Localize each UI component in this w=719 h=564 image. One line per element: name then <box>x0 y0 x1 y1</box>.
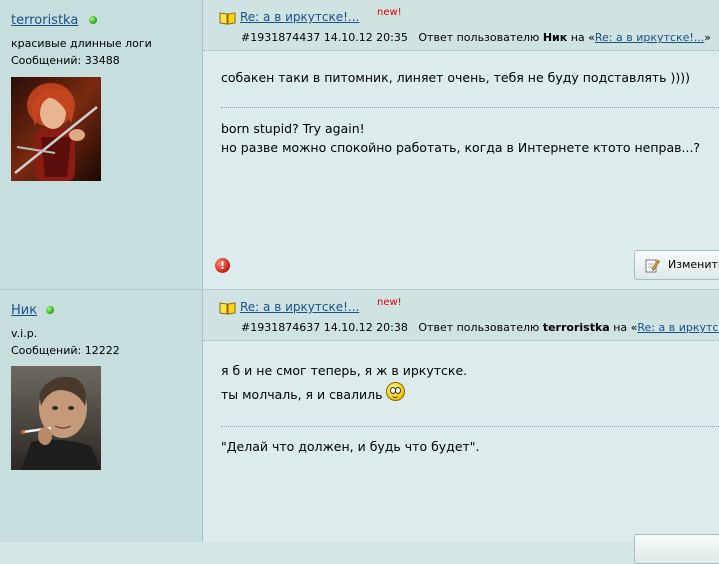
post-body: собакен таки в питомник, линяет очень, т… <box>221 68 719 88</box>
new-badge: new! <box>377 297 402 308</box>
post-meta: #1931874637 14.10.12 20:38 Ответ пользов… <box>241 321 719 334</box>
author-post-count: Сообщений: 12222 <box>11 344 120 357</box>
author-title: красивые длинные логи <box>11 37 152 50</box>
book-icon <box>219 302 236 315</box>
author-pane: Ник v.i.p. Сообщений: 12222 <box>0 290 203 542</box>
edit-button-label: Изменить <box>668 258 719 271</box>
online-status-icon <box>89 16 97 24</box>
new-badge: new! <box>377 7 402 18</box>
post-text: ты молчаль, я и свалиль <box>221 387 383 402</box>
post-datetime: 14.10.12 20:38 <box>323 321 408 334</box>
post-text-line: ты молчаль, я и свалиль <box>221 382 719 407</box>
post-number[interactable]: #1931874637 <box>241 321 320 334</box>
post-title-link[interactable]: Re: а в иркутске!... <box>240 300 359 314</box>
post-body: я б и не смог теперь, я ж в иркутске. ты… <box>221 359 719 407</box>
post-text-line: я б и не смог теперь, я ж в иркутске. <box>221 363 468 378</box>
report-icon[interactable]: ! <box>215 258 230 273</box>
reply-close: » <box>704 31 712 44</box>
reply-prefix: Ответ пользователю <box>418 321 540 334</box>
online-status-icon <box>46 306 54 314</box>
post-meta: #1931874437 14.10.12 20:35 Ответ пользов… <box>241 31 711 44</box>
edit-button[interactable]: Изменить <box>634 250 719 280</box>
signature-line: но разве можно спокойно работать, когда … <box>221 140 701 155</box>
reply-user: terroristka <box>542 321 610 334</box>
signature-divider <box>221 426 719 427</box>
signature-divider <box>221 107 719 108</box>
signature-line: "Делай что должен, и будь что будет". <box>221 439 480 454</box>
post-content-pane: Re: а в иркутске!... new! #1931874437 14… <box>203 0 719 289</box>
reply-on: на « <box>613 321 638 334</box>
author-title: v.i.p. <box>11 327 38 340</box>
post-title-link[interactable]: Re: а в иркутске!... <box>240 10 359 24</box>
reply-source-link[interactable]: Re: а в иркутске!... <box>595 31 704 44</box>
post-header: Re: а в иркутске!... new! #1931874437 14… <box>203 0 719 51</box>
post-number[interactable]: #1931874437 <box>241 31 320 44</box>
avatar[interactable] <box>11 77 101 181</box>
post-header: Re: а в иркутске!... new! #1931874637 14… <box>203 290 719 341</box>
signature-line: born stupid? Try again! <box>221 121 365 136</box>
reply-prefix: Ответ пользователю <box>418 31 540 44</box>
forum-post: Ник v.i.p. Сообщений: 12222 Re: а в ирку… <box>0 290 719 564</box>
edit-pencil-icon <box>645 259 660 273</box>
signature: born stupid? Try again! но разве можно с… <box>221 119 700 157</box>
author-pane: terroristka красивые длинные логи Сообще… <box>0 0 203 289</box>
post-text-line: собакен таки в питомник, линяет очень, т… <box>221 70 691 85</box>
signature: "Делай что должен, и будь что будет". <box>221 437 480 456</box>
post-content-pane: Re: а в иркутске!... new! #1931874637 14… <box>203 290 719 564</box>
edit-button[interactable] <box>634 534 719 564</box>
author-name-link[interactable]: Ник <box>11 303 37 318</box>
reply-on: на « <box>570 31 595 44</box>
smiley-icon <box>385 382 405 401</box>
reply-source-link[interactable]: Re: а в иркутске!... <box>637 321 719 334</box>
author-name-link[interactable]: terroristka <box>11 13 78 28</box>
post-datetime: 14.10.12 20:35 <box>323 31 408 44</box>
book-icon <box>219 12 236 25</box>
reply-user: Ник <box>542 31 568 44</box>
avatar[interactable] <box>11 366 101 470</box>
author-post-count: Сообщений: 33488 <box>11 54 120 67</box>
forum-post: terroristka красивые длинные логи Сообще… <box>0 0 719 289</box>
